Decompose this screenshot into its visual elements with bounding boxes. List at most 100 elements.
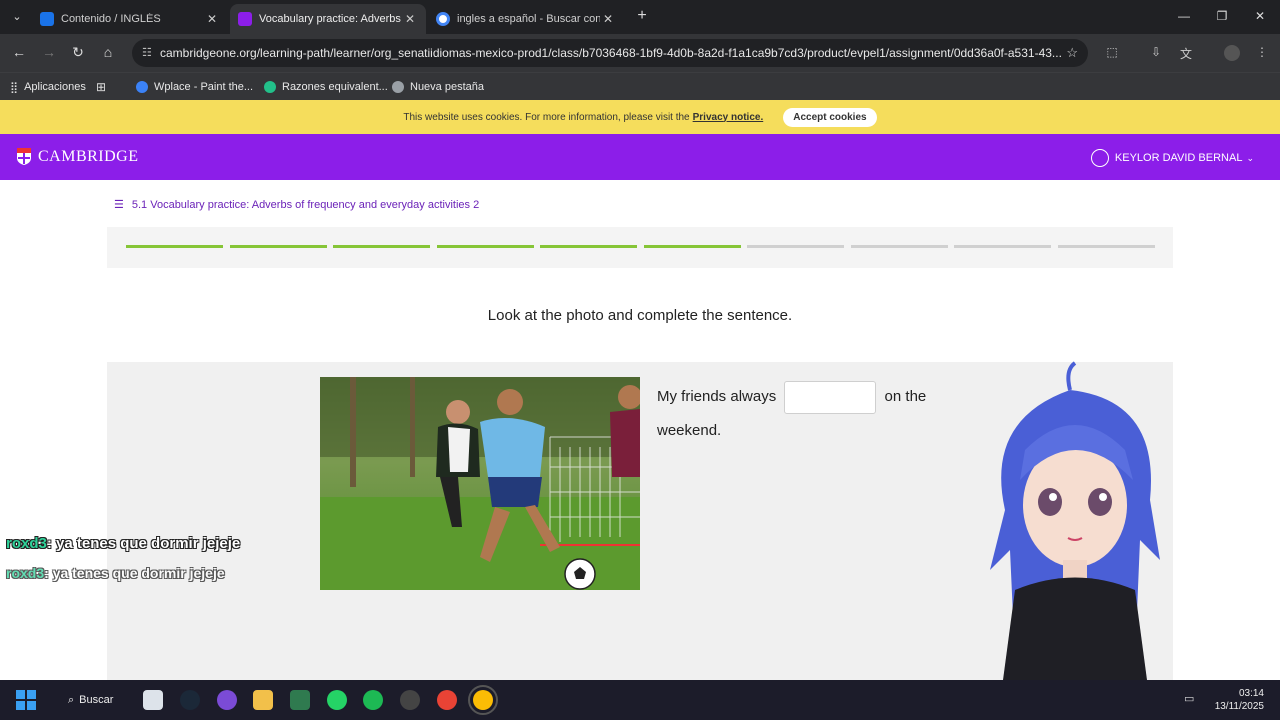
back-icon[interactable]: ← — [10, 44, 28, 60]
progress-segment — [1057, 245, 1155, 248]
site-info-icon[interactable]: ☷ — [142, 39, 152, 67]
whatsapp-icon[interactable] — [327, 690, 347, 710]
browser-tab-bar: ⌄ Contenido / INGLÉS ✕ Vocabulary practi… — [0, 0, 1280, 34]
bookmark-label: Nueva pestaña — [410, 81, 484, 93]
translate-icon[interactable]: 文 — [1178, 45, 1194, 61]
globe-icon — [392, 81, 404, 93]
user-name: KEYLOR DAVID BERNAL — [1114, 152, 1243, 164]
close-window-icon[interactable]: ✕ — [1250, 9, 1270, 23]
tab-title: Vocabulary practice: Adverbs of — [259, 13, 402, 25]
progress-segment — [850, 245, 948, 248]
progress-bar — [107, 227, 1173, 268]
downloads-icon[interactable]: ⇩ — [1148, 45, 1164, 61]
activity-title: 5.1 Vocabulary practice: Adverbs of freq… — [131, 198, 480, 211]
home-icon[interactable]: ⌂ — [99, 44, 117, 60]
bookmark-star-icon[interactable]: ☆ — [1066, 39, 1078, 67]
bookmark-label: Aplicaciones — [24, 81, 86, 93]
obs-icon[interactable] — [400, 690, 420, 710]
spotify-icon[interactable] — [363, 690, 383, 710]
bookmarks-bar: ⣿ Aplicaciones ⊞ Wplace - Paint the... R… — [0, 72, 1280, 100]
chat-username: roxd3 — [6, 535, 47, 552]
soccer-players-image — [320, 377, 640, 590]
chat-text: : ya tenes que dormir jejeje — [46, 535, 241, 552]
globe-icon — [136, 81, 148, 93]
url-text: cambridgeone.org/learning-path/learner/o… — [160, 46, 1062, 60]
vi-app-icon[interactable] — [290, 690, 310, 710]
battery-icon[interactable]: ▭ — [1184, 692, 1198, 706]
answer-input[interactable] — [784, 380, 877, 414]
search-label: Buscar — [79, 694, 114, 706]
steam-app-icon[interactable] — [180, 690, 200, 710]
system-clock[interactable]: 03:14 13/11/2025 — [1215, 687, 1264, 713]
windows-taskbar: ⌕ Buscar ▭ 03:14 13/11/2025 — [0, 680, 1280, 720]
khan-icon — [264, 81, 276, 93]
bookmark-label: Razones equivalent... — [282, 81, 388, 93]
search-icon: ⌕ — [68, 693, 75, 706]
google-favicon-icon — [436, 12, 450, 26]
tab-title: Contenido / INGLÉS — [61, 13, 161, 25]
progress-segment — [333, 245, 430, 248]
extensions-icon[interactable]: ⬚ — [1104, 45, 1120, 61]
store-app-icon[interactable] — [143, 690, 163, 710]
close-tab-icon[interactable]: ✕ — [204, 12, 220, 26]
chat-username: roxd3 — [6, 565, 45, 581]
tab-search-icon[interactable]: ⌄ — [8, 8, 26, 26]
restore-icon[interactable]: ❐ — [1212, 9, 1232, 23]
progress-segment — [126, 245, 223, 248]
reload-icon[interactable]: ↻ — [69, 44, 87, 61]
site-header: CAMBRIDGE KEYLOR DAVID BERNAL ⌄ — [0, 134, 1280, 180]
bookmark-grid[interactable]: ⊞ — [96, 78, 106, 96]
privacy-notice-link[interactable]: Privacy notice. — [693, 112, 764, 123]
user-menu[interactable]: KEYLOR DAVID BERNAL ⌄ — [1090, 149, 1254, 167]
close-tab-icon[interactable]: ✕ — [600, 12, 616, 26]
url-field[interactable]: ☷ cambridgeone.org/learning-path/learner… — [132, 39, 1088, 67]
file-explorer-icon[interactable] — [253, 690, 273, 710]
bookmark-wplace[interactable]: Wplace - Paint the... — [136, 78, 253, 96]
overlay-chat-message: roxd3: ya tenes que dormir jejeje — [6, 565, 225, 581]
tab-favicon-icon — [40, 12, 54, 26]
progress-segment — [747, 245, 844, 248]
tab-title: ingles a español - Buscar con G — [457, 13, 600, 25]
tab-vocabulary-practice[interactable]: Vocabulary practice: Adverbs of ✕ — [230, 4, 426, 34]
bookmark-aplicaciones[interactable]: ⣿ Aplicaciones — [10, 78, 86, 96]
cookie-banner: This website uses cookies. For more info… — [0, 100, 1280, 134]
chrome-icon[interactable] — [437, 690, 457, 710]
accept-cookies-button[interactable]: Accept cookies — [783, 107, 877, 127]
tab-contenido[interactable]: Contenido / INGLÉS ✕ — [32, 4, 228, 34]
chrome-active-icon[interactable] — [468, 685, 498, 715]
logo-text: CAMBRIDGE — [38, 147, 139, 165]
minimize-icon[interactable]: — — [1174, 9, 1194, 23]
cambridge-shield-icon — [17, 148, 31, 165]
fill-in-sentence: My friends always on the weekend. — [657, 380, 967, 448]
bookmark-razones[interactable]: Razones equivalent... — [264, 78, 388, 96]
new-tab-icon[interactable]: + — [632, 7, 652, 25]
menu-kebab-icon[interactable]: ⋮ — [1254, 45, 1270, 61]
instruction-text: Look at the photo and complete the sente… — [487, 307, 793, 324]
tab-google-search[interactable]: ingles a español - Buscar con G ✕ — [428, 4, 624, 34]
progress-segment — [643, 245, 741, 248]
close-tab-icon[interactable]: ✕ — [402, 12, 418, 26]
progress-segment — [229, 245, 327, 248]
cookie-message: This website uses cookies. For more info… — [403, 111, 690, 123]
chat-text: : ya tenes que dormir jejeje — [44, 565, 225, 581]
progress-segment — [540, 245, 637, 248]
profile-avatar[interactable] — [1224, 45, 1240, 61]
windows-start-icon[interactable] — [16, 690, 36, 710]
cambridge-logo[interactable]: CAMBRIDGE — [16, 147, 139, 166]
progress-segment — [954, 245, 1051, 248]
forward-icon[interactable]: → — [40, 44, 58, 60]
clock-date: 13/11/2025 — [1214, 701, 1264, 712]
bookmark-label: Wplace - Paint the... — [154, 81, 254, 93]
progress-segment — [436, 245, 534, 248]
address-toolbar: ← → ↻ ⌂ ☷ cambridgeone.org/learning-path… — [0, 34, 1280, 72]
grid-icon: ⊞ — [96, 80, 107, 94]
taskbar-search[interactable]: ⌕ Buscar — [60, 688, 121, 712]
sentence-before: My friends always — [657, 388, 777, 405]
overlay-chat-message: roxd3: ya tenes que dormir jejeje — [6, 535, 240, 552]
menu-list-icon: ☰ — [114, 199, 124, 211]
soccer-photo — [320, 377, 640, 590]
chevron-down-icon: ⌄ — [1246, 152, 1254, 163]
activity-breadcrumb[interactable]: ☰ 5.1 Vocabulary practice: Adverbs of fr… — [114, 198, 480, 212]
chat-app-icon[interactable] — [217, 690, 237, 710]
bookmark-nueva-pestana[interactable]: Nueva pestaña — [392, 78, 484, 96]
